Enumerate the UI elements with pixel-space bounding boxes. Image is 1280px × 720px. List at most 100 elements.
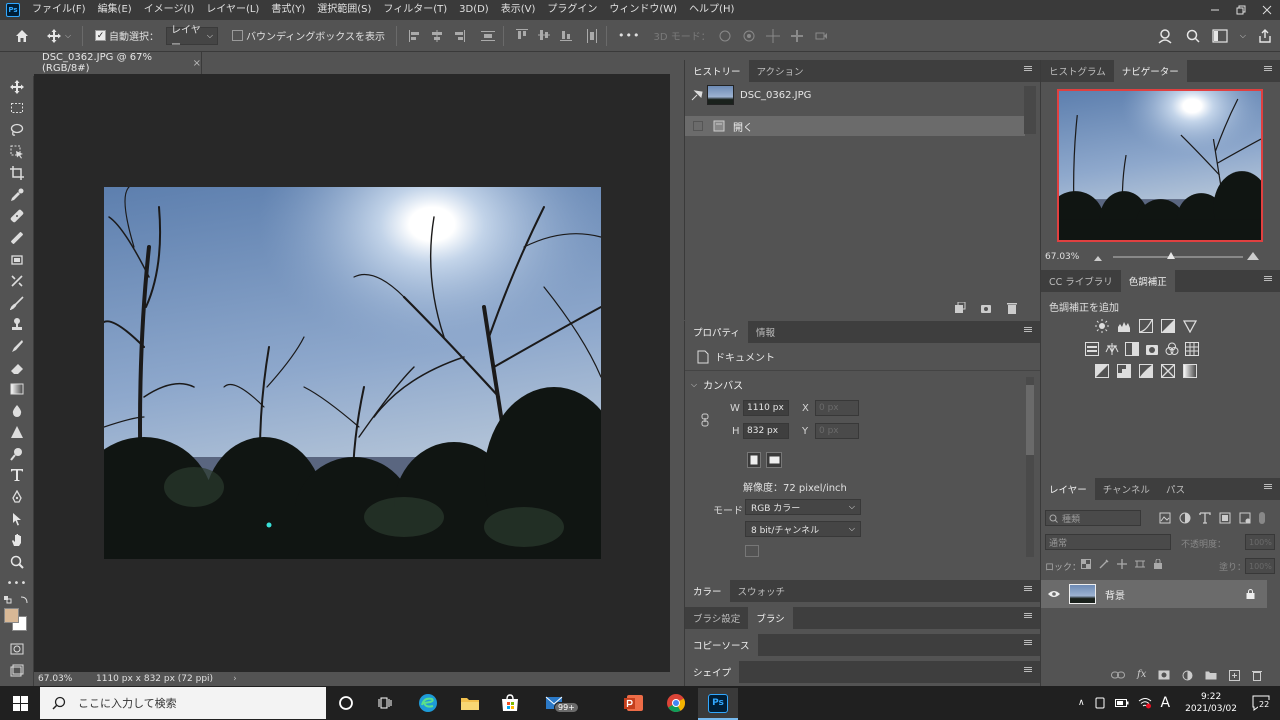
clock[interactable]: 9:22 2021/03/02 [1185,691,1237,715]
zoom-out-icon[interactable] [1093,254,1103,262]
lock-pixels-icon[interactable] [1099,559,1109,569]
menu-layer[interactable]: レイヤー(L) [200,0,265,20]
link-icon[interactable] [700,413,710,427]
lock-transparent-icon[interactable] [1081,559,1091,569]
menu-filter[interactable]: フィルター(T) [377,0,453,20]
blur-tool[interactable] [0,400,34,422]
document-image[interactable] [104,187,601,559]
threshold-icon[interactable] [1139,364,1153,378]
menu-plugins[interactable]: プラグイン [541,0,603,20]
new-adjustment-layer-icon[interactable] [1182,670,1193,681]
sharpen-tool[interactable] [0,422,34,444]
navigator-preview[interactable] [1057,89,1263,242]
y-field[interactable]: 0 px [815,423,859,439]
panel-menu-button[interactable] [1024,327,1034,337]
align-bottom-icon[interactable] [560,29,572,41]
color-balance-icon[interactable] [1105,342,1119,356]
opacity-field[interactable]: 100% [1245,534,1275,550]
properties-scrollbar[interactable] [1026,377,1034,557]
home-button[interactable] [0,20,44,52]
path-select-tool[interactable] [0,508,34,530]
navigator-slider-thumb[interactable] [1167,252,1175,259]
tab-properties[interactable]: プロパティ [685,321,748,343]
lock-all-icon[interactable] [1153,559,1163,569]
chevron-down-icon[interactable]: ⌵ [1240,31,1246,41]
filter-type-icon[interactable] [1199,512,1211,524]
tab-histogram[interactable]: ヒストグラム [1041,60,1114,82]
portrait-orientation-button[interactable] [747,452,761,468]
height-field[interactable]: 832 px [743,423,789,439]
tab-adjustments[interactable]: 色調補正 [1120,270,1175,292]
menu-window[interactable]: ウィンドウ(W) [603,0,683,20]
auto-select-dropdown[interactable]: レイヤー ⌵ [166,25,218,51]
gradient-tool[interactable] [0,378,34,400]
move-tool[interactable] [0,76,34,98]
visibility-eye-icon[interactable] [1048,590,1060,598]
menu-type[interactable]: 書式(Y) [265,0,311,20]
posterize-icon[interactable] [1117,364,1131,378]
3d-rotate-icon[interactable] [718,29,732,43]
new-layer-icon[interactable] [1229,670,1241,681]
distribute-horizontal-icon[interactable] [586,28,598,43]
black-white-icon[interactable] [1125,342,1139,356]
exposure-icon[interactable] [1161,319,1175,333]
blend-mode-dropdown[interactable]: 通常 [1045,534,1171,550]
cortana-button[interactable] [326,688,366,718]
lock-position-icon[interactable] [1117,559,1127,569]
restore-button[interactable] [1228,0,1254,20]
vibrance-icon[interactable] [1183,319,1197,333]
search-icon[interactable] [1186,29,1200,43]
align-center-icon[interactable] [431,29,443,42]
tab-brush-settings[interactable]: ブラシ設定 [685,607,748,629]
levels-icon[interactable] [1117,319,1131,333]
trash-icon[interactable] [1252,670,1263,681]
menu-select[interactable]: 選択範囲(S) [311,0,377,20]
filter-toggle[interactable] [1259,512,1265,524]
eyedropper-tool[interactable] [0,184,34,206]
properties-scroll-thumb[interactable] [1026,385,1034,455]
stamp-tool[interactable] [0,249,34,271]
menu-file[interactable]: ファイル(F) [26,0,92,20]
close-button[interactable] [1254,0,1280,20]
quick-mask-button[interactable] [0,638,34,660]
trash-icon[interactable] [1006,302,1018,314]
panel-menu-button[interactable] [1024,640,1034,650]
history-step[interactable]: 開く [685,116,1025,136]
share-icon[interactable] [1258,29,1272,43]
screen-mode-button[interactable] [0,660,34,682]
pen-tool[interactable] [0,486,34,508]
tab-channels[interactable]: チャンネル [1095,478,1158,500]
hue-saturation-icon[interactable] [1085,342,1099,356]
taskbar-powerpoint[interactable] [614,688,654,718]
tab-color[interactable]: カラー [685,580,730,602]
ime-indicator[interactable]: A [1161,695,1171,711]
move-tool-preset[interactable]: ⌵ [44,28,74,43]
taskbar-mail[interactable]: 99+ [534,688,579,718]
background-color-box[interactable] [745,545,759,557]
marquee-tool[interactable] [0,98,34,120]
tab-clone-source[interactable]: コピーソース [685,634,758,656]
lock-artboard-icon[interactable] [1135,559,1145,569]
color-lookup-icon[interactable] [1185,342,1199,356]
photo-filter-icon[interactable] [1145,342,1159,356]
taskbar-chrome[interactable] [656,688,696,718]
tab-history[interactable]: ヒストリー [685,60,749,82]
taskbar-store[interactable] [490,688,530,718]
swap-arrow-icon[interactable] [20,596,28,604]
panel-menu-button[interactable] [1024,586,1034,596]
camera-icon[interactable] [980,302,992,314]
tab-info[interactable]: 情報 [748,321,783,343]
taskbar-photoshop[interactable]: Ps [698,688,738,720]
taskbar-search-box[interactable]: ここに入力して検索 [40,687,326,719]
art-history-brush-tool[interactable] [0,335,34,357]
menu-image[interactable]: イメージ(I) [138,0,201,20]
type-tool[interactable] [0,465,34,487]
object-select-tool[interactable] [0,141,34,163]
menu-edit[interactable]: 編集(E) [92,0,138,20]
notification-center-button[interactable]: 22 [1252,695,1271,711]
clone-stamp-tool[interactable] [0,314,34,336]
zoom-in-icon[interactable] [1246,251,1260,261]
show-hidden-icons-icon[interactable]: ∧ [1078,698,1085,708]
3d-pan-icon[interactable] [765,28,780,43]
dodge-tool[interactable] [0,443,34,465]
